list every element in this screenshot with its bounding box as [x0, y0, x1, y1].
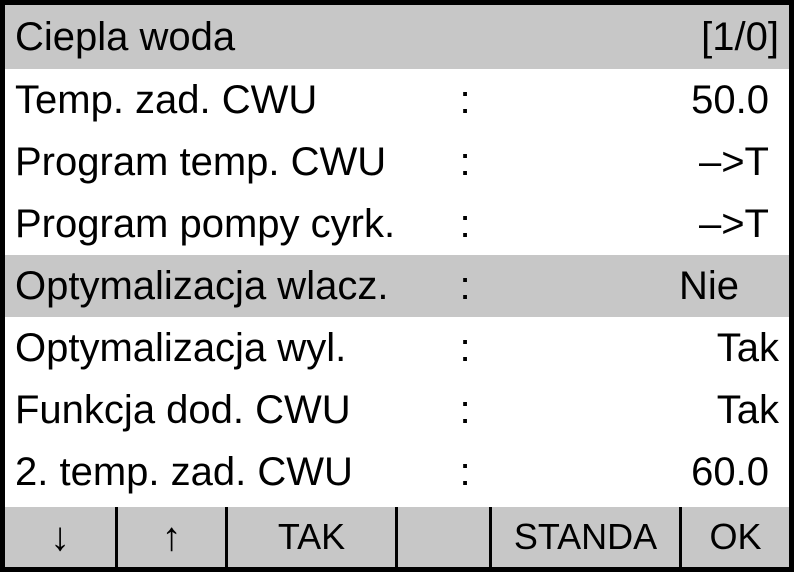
row-label: Temp. zad. CWU [15, 78, 445, 123]
row-colon: : [445, 202, 485, 247]
softkey-label: STANDA [514, 516, 657, 558]
softkey-up[interactable]: ↑ [115, 507, 225, 567]
menu-row[interactable]: Temp. zad. CWU : 50.0 [5, 69, 789, 131]
row-value: –>T [485, 140, 779, 185]
menu-row-selected[interactable]: Optymalizacja wlacz. : Nie [5, 255, 789, 317]
menu-row[interactable]: Funkcja dod. CWU : Tak [5, 379, 789, 441]
row-colon: : [445, 326, 485, 371]
row-value: Nie [485, 264, 779, 309]
header-bar: Ciepla woda [1/0] [5, 5, 789, 69]
arrow-up-icon: ↑ [162, 517, 182, 557]
arrow-down-icon: ↓ [50, 517, 70, 557]
row-colon: : [445, 388, 485, 433]
row-colon: : [445, 264, 485, 309]
row-value: –>T [485, 202, 779, 247]
row-label: Program pompy cyrk. [15, 202, 445, 247]
row-colon: : [445, 450, 485, 495]
softkey-bar: ↓ ↑ TAK STANDA OK [5, 507, 789, 567]
row-label: Funkcja dod. CWU [15, 388, 445, 433]
softkey-down[interactable]: ↓ [5, 507, 115, 567]
softkey-tak[interactable]: TAK [225, 507, 395, 567]
page-indicator: [1/0] [701, 15, 779, 60]
softkey-label: TAK [278, 516, 345, 558]
row-colon: : [445, 140, 485, 185]
row-label: Program temp. CWU [15, 140, 445, 185]
page-title: Ciepla woda [15, 15, 701, 60]
softkey-gap [395, 507, 489, 567]
menu-row[interactable]: 2. temp. zad. CWU : 60.0 [5, 441, 789, 503]
menu-row[interactable]: Program pompy cyrk. : –>T [5, 193, 789, 255]
row-value: 60.0 [485, 450, 779, 495]
row-value: 50.0 [485, 78, 779, 123]
softkey-label: OK [709, 516, 761, 558]
row-value: Tak [485, 326, 779, 371]
lcd-screen: Ciepla woda [1/0] Temp. zad. CWU : 50.0 … [0, 0, 794, 572]
menu-row[interactable]: Program temp. CWU : –>T [5, 131, 789, 193]
row-value: Tak [485, 388, 779, 433]
softkey-ok[interactable]: OK [679, 507, 789, 567]
row-label: Optymalizacja wlacz. [15, 264, 445, 309]
row-label: 2. temp. zad. CWU [15, 450, 445, 495]
menu-list: Temp. zad. CWU : 50.0 Program temp. CWU … [5, 69, 789, 507]
row-colon: : [445, 78, 485, 123]
menu-row[interactable]: Optymalizacja wyl. : Tak [5, 317, 789, 379]
row-label: Optymalizacja wyl. [15, 326, 445, 371]
softkey-standa[interactable]: STANDA [489, 507, 679, 567]
